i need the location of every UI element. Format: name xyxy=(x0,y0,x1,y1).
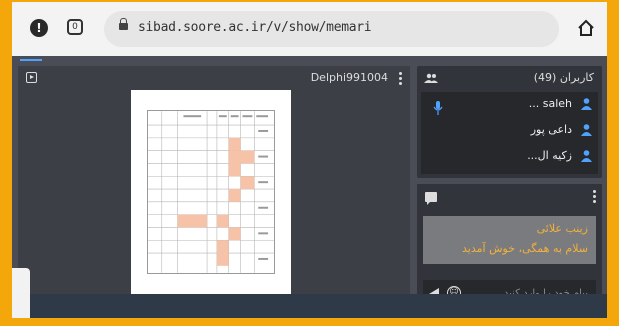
users-header: کاربران (49) xyxy=(417,66,602,90)
user-name: زکیه ال... xyxy=(527,149,572,162)
lock-icon xyxy=(119,18,128,30)
slide-page xyxy=(131,90,291,294)
presentation-menu-icon[interactable] xyxy=(399,72,402,87)
microphone-icon[interactable] xyxy=(433,101,443,115)
url-text[interactable]: sibad.soore.ac.ir/v/show/memari xyxy=(138,20,372,35)
browser-toolbar: ! 0 sibad.soore.ac.ir/v/show/memari xyxy=(12,2,607,56)
chat-menu-icon[interactable] xyxy=(593,190,596,205)
device-screen: ! 0 sibad.soore.ac.ir/v/show/memari Delp… xyxy=(12,2,607,318)
home-icon[interactable] xyxy=(577,19,595,37)
alert-circle-icon[interactable]: ! xyxy=(30,19,48,37)
user-icon xyxy=(581,150,592,162)
presentation-panel: Delphi991004 xyxy=(18,66,410,301)
people-icon xyxy=(424,73,438,83)
user-row[interactable]: زکیه ال... xyxy=(472,148,592,164)
bottom-controls-bar xyxy=(12,294,607,318)
message-sender: زینب علائی xyxy=(536,222,588,235)
chat-message: زینب علائی سلام به همگی، خوش آمدید xyxy=(423,216,596,264)
users-panel: کاربران (49) saleh ... داعی پور زکیه ال.… xyxy=(417,66,602,178)
user-list: saleh ... داعی پور زکیه ال... xyxy=(421,92,598,174)
address-bar[interactable]: sibad.soore.ac.ir/v/show/memari xyxy=(104,11,559,47)
slide-table xyxy=(147,110,275,274)
user-name: saleh ... xyxy=(528,97,572,110)
user-icon xyxy=(581,124,592,136)
tabs-icon[interactable]: 0 xyxy=(67,19,83,35)
user-row[interactable]: داعی پور xyxy=(472,122,592,138)
user-name: داعی پور xyxy=(530,123,572,136)
user-icon xyxy=(581,98,592,110)
presentation-icon[interactable] xyxy=(26,72,37,83)
users-title: کاربران (49) xyxy=(533,71,594,84)
side-handle[interactable] xyxy=(12,268,30,318)
presentation-title: Delphi991004 xyxy=(310,71,388,84)
message-text: سلام به همگی، خوش آمدید xyxy=(462,242,588,255)
meeting-area: Delphi991004 کاربران (49) saleh ... داعی… xyxy=(12,56,607,318)
presentation-header: Delphi991004 xyxy=(18,66,410,90)
active-tab-indicator xyxy=(20,59,42,61)
user-row[interactable]: saleh ... xyxy=(472,96,592,112)
chat-icon xyxy=(425,192,437,205)
